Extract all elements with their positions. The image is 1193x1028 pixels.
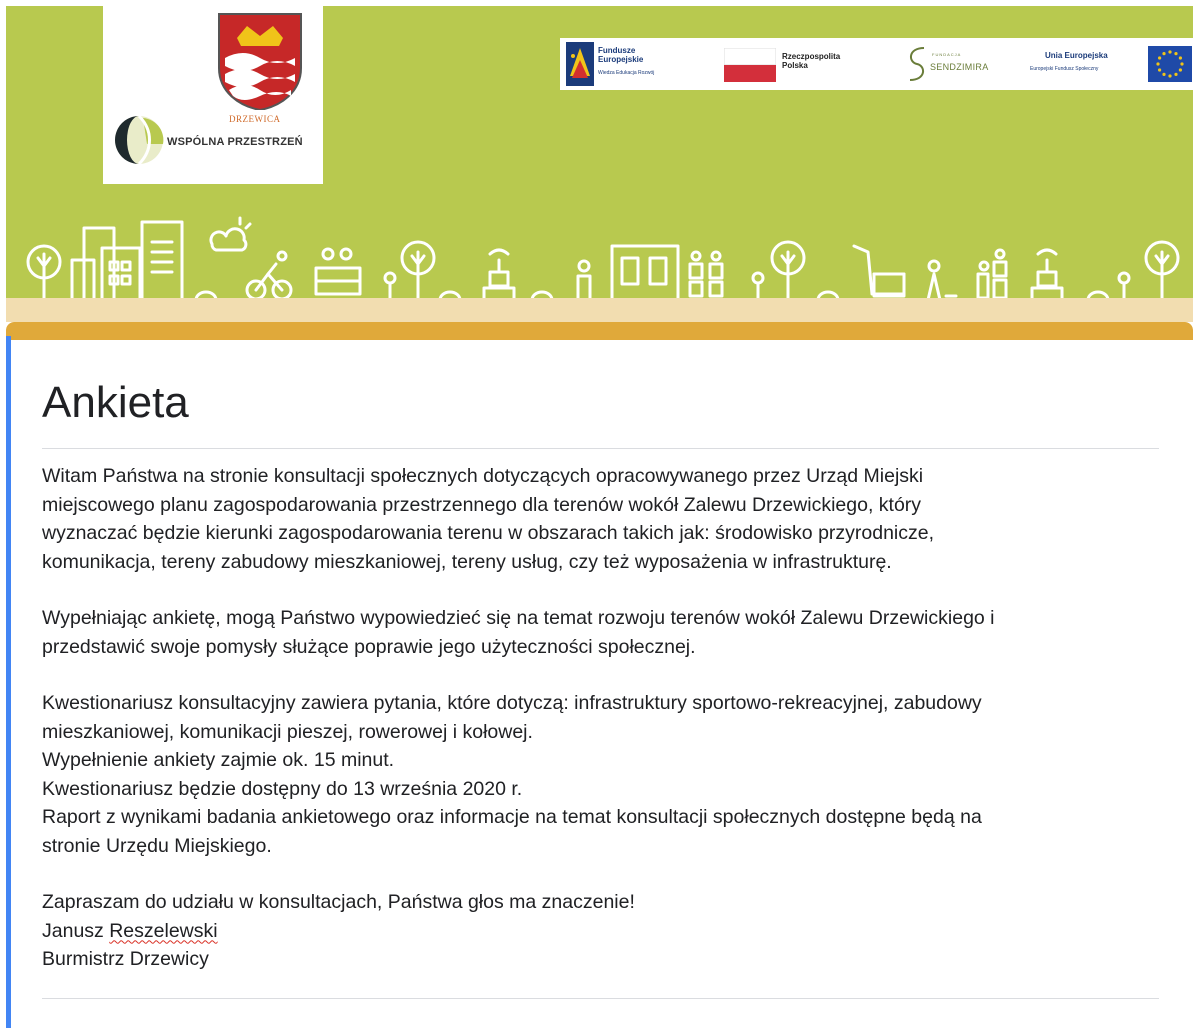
form-description: Witam Państwa na stronie konsultacji spo… [42,462,1152,974]
signature-surname: Reszelewski [109,919,218,942]
signature-name: Janusz Reszelewski [42,919,218,942]
participation-line: Wypełniając ankietę, mogą Państwo wypowi… [42,607,995,629]
form-title: Ankieta [42,378,189,427]
banner-bottom-strip [6,298,1193,322]
park-skyline-illustration [6,216,1193,302]
details-line: Wypełnienie ankiety zajmie ok. 15 minut. [42,749,395,771]
participation-line: przedstawić swoje pomysły służące popraw… [42,635,696,658]
sz-small: FUNDACJA [932,52,962,57]
card-left-accent [6,336,11,1028]
logo-town: DRZEWICA [229,114,281,124]
form-header-card: Ankieta Witam Państwa na stronie konsult… [6,322,1193,1028]
fe-label: Fundusze Europejskie [598,46,644,64]
details-line: stronie Urzędu Miejskiego. [42,834,272,857]
drzewica-logo: DRZEWICA WSPÓLNA PRZESTRZEŃ [103,6,323,184]
funding-logos: Fundusze Europejskie Wiedza Edukacja Rozw… [560,38,1193,90]
details-paragraph: Kwestionariusz konsultacyjny zawiera pyt… [42,689,1152,860]
details-line: mieszkaniowej, komunikacji pieszej, rowe… [42,720,533,743]
intro-line: wyznaczać będzie kierunki zagospodarowan… [42,522,935,544]
intro-paragraph: Witam Państwa na stronie konsultacji spo… [42,462,1152,576]
ue-label: Unia Europejska [1045,51,1108,60]
fundusze-europejskie-icon [566,42,594,86]
signature-role: Burmistrz Drzewicy [42,948,209,970]
intro-line: Witam Państwa na stronie konsultacji spo… [42,465,924,487]
intro-line: miejscowego planu zagospodarowania przes… [42,493,922,516]
closing-line: Zapraszam do udziału w konsultacjach, Pa… [42,891,635,913]
eu-flag-icon [1148,46,1192,82]
description-divider [42,998,1159,999]
closing-paragraph: Zapraszam do udziału w konsultacjach, Pa… [42,888,1152,974]
rp-label: Rzeczpospolita Polska [782,52,841,70]
intro-line: komunikacja, tereny zabudowy mieszkaniow… [42,550,892,573]
fe-sub: Wiedza Edukacja Rozwój [598,70,655,76]
participation-paragraph: Wypełniając ankietę, mogą Państwo wypowi… [42,604,1152,661]
polish-flag-icon [724,48,776,82]
wspolna-przestrzen-mark-icon [115,114,164,166]
ue-sub: Europejski Fundusz Społeczny [1030,66,1099,72]
title-divider [42,448,1159,449]
card-top-accent [6,322,1193,340]
details-line: Raport z wynikami badania ankietowego or… [42,806,982,828]
logo-name: WSPÓLNA PRZESTRZEŃ [167,136,303,148]
details-line: Kwestionariusz konsultacyjny zawiera pyt… [42,692,982,714]
sendzimir-s-icon [909,47,925,81]
details-line: Kwestionariusz będzie dostępny do 13 wrz… [42,777,523,800]
crest-icon [218,13,302,110]
sz-label: SENDZIMIRA [930,62,989,72]
header-banner: DRZEWICA WSPÓLNA PRZESTRZEŃ Fundusze Euro… [6,6,1193,304]
